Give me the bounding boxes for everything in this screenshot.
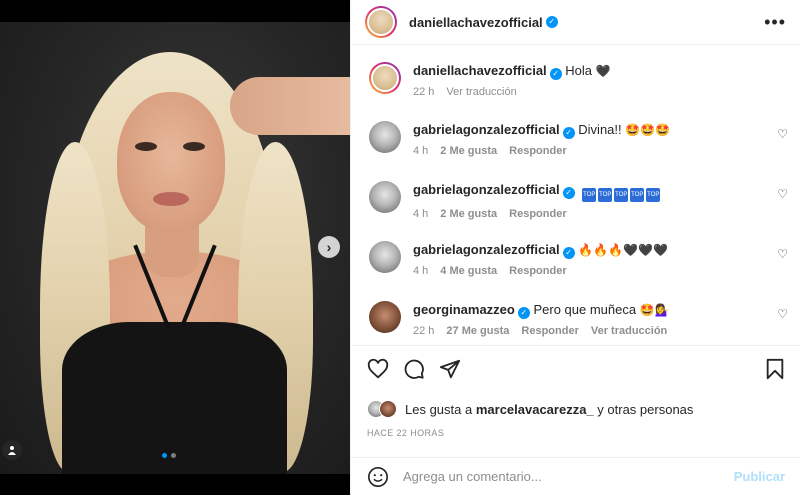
post-header: daniellachavezofficial ✓ •••: [351, 0, 800, 45]
comment-item: gabrielagonzalezofficial ✓ TOP TOP TOP TOP TO…: [369, 181, 794, 220]
emoji-icon[interactable]: [367, 466, 389, 488]
verified-icon: ✓: [562, 187, 575, 199]
author-username[interactable]: daniellachavezofficial: [409, 15, 543, 30]
reply-button[interactable]: Responder: [509, 265, 566, 277]
post-comment-button[interactable]: Publicar: [734, 469, 785, 484]
verified-icon: ✓: [517, 307, 530, 319]
reply-button[interactable]: Responder: [509, 208, 566, 220]
comment-emoji: 🔥🔥🔥🖤🖤🖤: [578, 243, 668, 257]
post-panel: daniellachavezofficial ✓ ••• daniellacha…: [350, 0, 800, 495]
comment-likes[interactable]: 27 Me gusta: [446, 325, 509, 337]
comment-username[interactable]: gabrielagonzalezofficial: [413, 182, 560, 197]
caption-username[interactable]: daniellachavezofficial: [413, 63, 547, 78]
more-options-icon[interactable]: •••: [764, 13, 786, 31]
post-media: ›: [0, 0, 350, 495]
top-badge: TOP: [614, 188, 629, 202]
verified-icon: ✓: [562, 247, 575, 259]
comments-list: daniellachavezofficial ✓ Hola 🖤 22 h Ver …: [351, 45, 800, 345]
comment-age[interactable]: 22 h: [413, 325, 434, 337]
lips: [153, 192, 189, 206]
like-heart-icon[interactable]: [367, 358, 389, 380]
comment-username[interactable]: georginamazzeo: [413, 302, 515, 317]
comment-likes[interactable]: 2 Me gusta: [440, 208, 497, 220]
comment-text: Divina!!: [578, 122, 622, 137]
see-translation-link[interactable]: Ver traducción: [591, 325, 667, 337]
next-slide-button[interactable]: ›: [318, 236, 340, 258]
comment-username[interactable]: gabrielagonzalezofficial: [413, 122, 560, 137]
top-badge: TOP: [598, 188, 613, 202]
comment-item: georginamazzeo ✓ Pero que muñeca 🤩💁‍♀️ 22…: [369, 301, 794, 337]
caption-text: Hola: [565, 63, 593, 78]
post-actions: Les gusta a marcelavacarezza_ y otras pe…: [351, 345, 800, 438]
chevron-right-icon: ›: [326, 239, 332, 255]
likes-summary: Les gusta a marcelavacarezza_ y otras pe…: [367, 400, 785, 418]
commenter-avatar[interactable]: [369, 301, 401, 333]
like-comment-heart-icon[interactable]: ♡: [777, 307, 788, 321]
liker-avatar[interactable]: [379, 400, 397, 418]
top-badge: TOP: [646, 188, 661, 202]
tagged-users-button[interactable]: [2, 440, 22, 460]
caption: daniellachavezofficial ✓ Hola 🖤 22 h Ver …: [369, 62, 794, 98]
comment-likes[interactable]: 2 Me gusta: [440, 145, 497, 157]
reply-button[interactable]: Responder: [509, 145, 566, 157]
eye-left: [135, 142, 157, 151]
top-badge: TOP: [582, 188, 597, 202]
comment-age[interactable]: 4 h: [413, 265, 428, 277]
author-avatar[interactable]: [369, 62, 401, 94]
hand-shape: [230, 77, 350, 135]
caption-age[interactable]: 22 h: [413, 86, 434, 98]
like-comment-heart-icon[interactable]: ♡: [777, 127, 788, 141]
post-timestamp[interactable]: HACE 22 HORAS: [367, 428, 785, 438]
comment-emoji: 🤩🤩🤩: [625, 123, 671, 137]
dress-shape: [62, 322, 287, 474]
verified-icon: ✓: [545, 16, 558, 28]
comment-text: Pero que muñeca: [533, 302, 637, 317]
share-icon[interactable]: [439, 358, 461, 380]
like-comment-heart-icon[interactable]: ♡: [777, 247, 788, 261]
verified-icon: ✓: [562, 127, 575, 139]
liker-username[interactable]: marcelavacarezza_: [476, 402, 594, 417]
face-shape: [117, 92, 225, 232]
comment-composer: Agrega un comentario... Publicar: [351, 457, 800, 495]
carousel-dots: [162, 453, 176, 458]
comment-username[interactable]: gabrielagonzalezofficial: [413, 242, 560, 257]
carousel-dot: [171, 453, 176, 458]
reply-button[interactable]: Responder: [521, 325, 578, 337]
carousel-dot-active: [162, 453, 167, 458]
top-badge: TOP: [630, 188, 645, 202]
commenter-avatar[interactable]: [369, 241, 401, 273]
commenter-avatar[interactable]: [369, 181, 401, 213]
comment-age[interactable]: 4 h: [413, 145, 428, 157]
comment-likes[interactable]: 4 Me gusta: [440, 265, 497, 277]
likes-suffix[interactable]: y otras personas: [597, 402, 693, 417]
like-comment-heart-icon[interactable]: ♡: [777, 187, 788, 201]
comment-icon[interactable]: [403, 358, 425, 380]
top-badges: TOP TOP TOP TOP TOP: [582, 182, 662, 202]
likes-prefix: Les gusta a: [405, 401, 473, 417]
comment-emoji: 🤩💁‍♀️: [639, 303, 670, 317]
commenter-avatar[interactable]: [369, 121, 401, 153]
bookmark-icon[interactable]: [765, 358, 785, 380]
user-icon: [8, 446, 16, 455]
caption-emoji: 🖤: [595, 64, 611, 78]
comment-item: gabrielagonzalezofficial ✓ 🔥🔥🔥🖤🖤🖤 4 h 4 M…: [369, 241, 794, 277]
see-translation-link[interactable]: Ver traducción: [446, 86, 516, 98]
comment-input[interactable]: Agrega un comentario...: [403, 469, 734, 484]
liker-avatars: [367, 400, 397, 418]
comment-item: gabrielagonzalezofficial ✓ Divina!! 🤩🤩🤩 4…: [369, 121, 794, 157]
verified-icon: ✓: [549, 68, 562, 80]
author-avatar[interactable]: [365, 6, 397, 38]
comment-age[interactable]: 4 h: [413, 208, 428, 220]
eye-right: [183, 142, 205, 151]
post-photo[interactable]: [0, 22, 350, 474]
